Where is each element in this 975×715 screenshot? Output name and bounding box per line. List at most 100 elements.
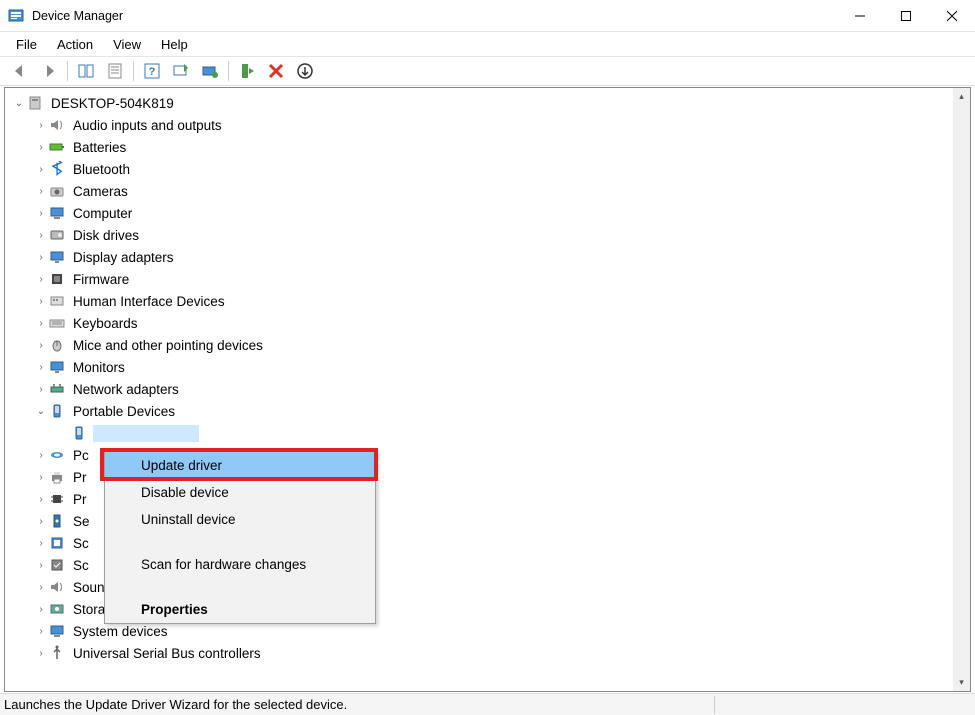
expand-icon[interactable]: › bbox=[35, 559, 47, 571]
scan-hardware-button[interactable] bbox=[167, 58, 195, 84]
expand-icon[interactable]: › bbox=[35, 383, 47, 395]
expand-icon[interactable]: › bbox=[35, 251, 47, 263]
tree-device-label bbox=[93, 425, 199, 442]
expand-icon[interactable]: › bbox=[35, 295, 47, 307]
tree-category[interactable]: ›Keyboards bbox=[5, 312, 953, 334]
expand-icon[interactable]: › bbox=[35, 471, 47, 483]
scroll-down-button[interactable]: ▾ bbox=[953, 674, 970, 691]
tree-category-label: Pc bbox=[71, 447, 91, 464]
expand-icon[interactable]: › bbox=[35, 163, 47, 175]
tree-category[interactable]: ⌄ Portable Devices bbox=[5, 400, 953, 422]
portable-icon bbox=[71, 425, 87, 441]
menu-bar: File Action View Help bbox=[0, 32, 975, 56]
expand-icon[interactable]: › bbox=[35, 207, 47, 219]
expand-icon[interactable]: › bbox=[35, 317, 47, 329]
menu-action[interactable]: Action bbox=[49, 35, 101, 54]
minimize-button[interactable] bbox=[837, 0, 883, 32]
tree-category-label: Firmware bbox=[71, 271, 131, 288]
tree-device-item[interactable] bbox=[5, 422, 953, 444]
ctx-uninstall-device[interactable]: Uninstall device bbox=[105, 506, 375, 533]
ctx-update-driver[interactable]: Update driver bbox=[105, 452, 375, 479]
window-controls bbox=[837, 0, 975, 32]
ctx-properties[interactable]: Properties bbox=[105, 596, 375, 623]
toolbar-separator bbox=[133, 61, 134, 81]
context-menu: Update driver Disable device Uninstall d… bbox=[104, 451, 376, 624]
expand-icon[interactable]: › bbox=[35, 515, 47, 527]
tree-category-label: Universal Serial Bus controllers bbox=[71, 645, 263, 662]
port-icon bbox=[49, 447, 65, 463]
tree-category-label: Bluetooth bbox=[71, 161, 132, 178]
menu-file[interactable]: File bbox=[8, 35, 45, 54]
disable-device-button[interactable] bbox=[291, 58, 319, 84]
tree-category[interactable]: › Bluetooth bbox=[5, 158, 953, 180]
expand-icon[interactable]: › bbox=[35, 361, 47, 373]
window-title: Device Manager bbox=[32, 9, 837, 23]
tree-root-label: DESKTOP-504K819 bbox=[49, 95, 176, 112]
vertical-scrollbar[interactable]: ▴ ▾ bbox=[953, 88, 970, 691]
software2-icon bbox=[49, 557, 65, 573]
computer-icon bbox=[27, 95, 43, 111]
tree-category[interactable]: ›Computer bbox=[5, 202, 953, 224]
tree-category[interactable]: ›Audio inputs and outputs bbox=[5, 114, 953, 136]
expand-icon[interactable]: › bbox=[35, 581, 47, 593]
update-driver-button[interactable] bbox=[196, 58, 224, 84]
expand-icon[interactable]: › bbox=[35, 493, 47, 505]
tree-category[interactable]: › Monitors bbox=[5, 356, 953, 378]
enable-device-button[interactable] bbox=[233, 58, 261, 84]
software-icon bbox=[49, 535, 65, 551]
tree-category-label: Portable Devices bbox=[71, 403, 177, 420]
ctx-scan-hardware[interactable]: Scan for hardware changes bbox=[105, 551, 375, 578]
tree-category[interactable]: › Network adapters bbox=[5, 378, 953, 400]
tree-category[interactable]: › Cameras bbox=[5, 180, 953, 202]
expand-icon[interactable]: › bbox=[35, 339, 47, 351]
tree-category[interactable]: ›Batteries bbox=[5, 136, 953, 158]
mouse-icon bbox=[49, 337, 65, 353]
ctx-item-label: Disable device bbox=[141, 485, 229, 500]
tree-category[interactable]: ›Human Interface Devices bbox=[5, 290, 953, 312]
uninstall-device-button[interactable] bbox=[262, 58, 290, 84]
battery-icon bbox=[49, 139, 65, 155]
expand-icon[interactable]: › bbox=[35, 185, 47, 197]
firmware-icon bbox=[49, 271, 65, 287]
expand-icon[interactable]: › bbox=[35, 647, 47, 659]
tree-category-label: Cameras bbox=[71, 183, 130, 200]
back-button[interactable] bbox=[6, 58, 34, 84]
svg-text:?: ? bbox=[149, 66, 156, 78]
expand-icon[interactable]: › bbox=[35, 229, 47, 241]
tree-category-label: Network adapters bbox=[71, 381, 181, 398]
scroll-up-button[interactable]: ▴ bbox=[953, 88, 970, 105]
tree-category[interactable]: ›Display adapters bbox=[5, 246, 953, 268]
collapse-icon[interactable]: ⌄ bbox=[13, 97, 25, 109]
show-hide-console-button[interactable] bbox=[72, 58, 100, 84]
menu-help[interactable]: Help bbox=[153, 35, 196, 54]
system-icon bbox=[49, 623, 65, 639]
maximize-button[interactable] bbox=[883, 0, 929, 32]
ctx-disable-device[interactable]: Disable device bbox=[105, 479, 375, 506]
expand-icon[interactable]: › bbox=[35, 119, 47, 131]
tree-category[interactable]: › Firmware bbox=[5, 268, 953, 290]
tree-category-label: Monitors bbox=[71, 359, 127, 376]
close-button[interactable] bbox=[929, 0, 975, 32]
forward-button[interactable] bbox=[35, 58, 63, 84]
disk-icon bbox=[49, 227, 65, 243]
print-icon bbox=[49, 469, 65, 485]
expand-icon[interactable]: › bbox=[35, 603, 47, 615]
portable-icon bbox=[49, 403, 65, 419]
menu-view[interactable]: View bbox=[105, 35, 149, 54]
properties-button[interactable] bbox=[101, 58, 129, 84]
hid-icon bbox=[49, 293, 65, 309]
tree-category[interactable]: › Universal Serial Bus controllers bbox=[5, 642, 953, 664]
tree-root[interactable]: ⌄ DESKTOP-504K819 bbox=[5, 92, 953, 114]
help-button[interactable]: ? bbox=[138, 58, 166, 84]
tree-category[interactable]: ›Disk drives bbox=[5, 224, 953, 246]
usb-icon bbox=[49, 645, 65, 661]
expand-icon[interactable]: ⌄ bbox=[35, 405, 47, 417]
expand-icon[interactable]: › bbox=[35, 625, 47, 637]
expand-icon[interactable]: › bbox=[35, 141, 47, 153]
tree-category[interactable]: ›Mice and other pointing devices bbox=[5, 334, 953, 356]
expand-icon[interactable]: › bbox=[35, 537, 47, 549]
expand-icon[interactable]: › bbox=[35, 273, 47, 285]
expand-icon[interactable]: › bbox=[35, 449, 47, 461]
bluetooth-icon bbox=[49, 161, 65, 177]
status-separator bbox=[714, 696, 715, 714]
